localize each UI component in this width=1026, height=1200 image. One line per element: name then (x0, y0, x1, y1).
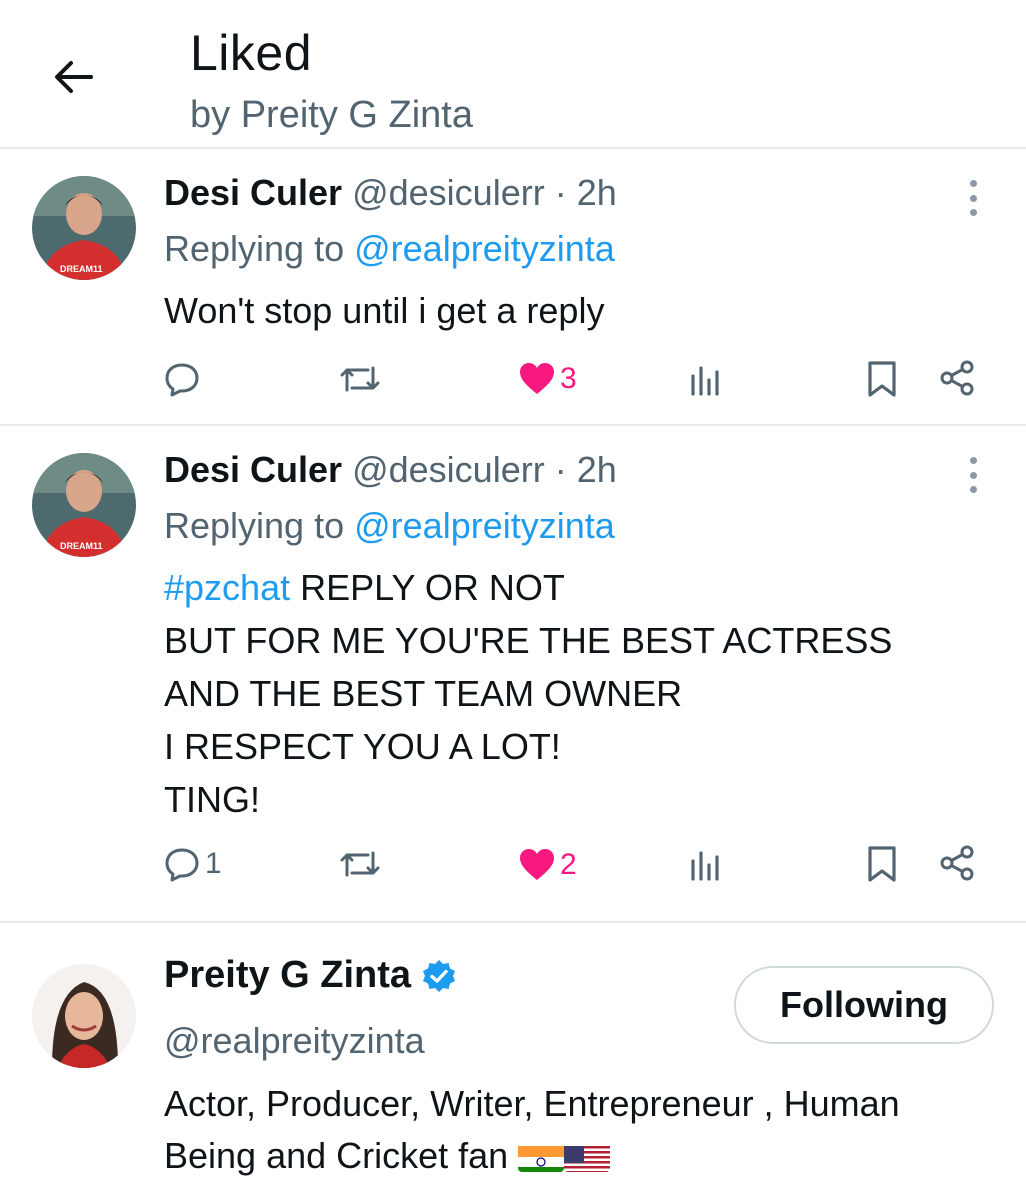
separator: · (554, 449, 567, 490)
more-vertical-icon (969, 180, 977, 187)
share-icon (940, 360, 974, 396)
retweet-icon (340, 851, 380, 877)
replying-prefix: Replying to (164, 228, 345, 269)
bookmark-icon (868, 361, 896, 397)
like-count: 2 (560, 848, 577, 881)
user-handle[interactable]: @desiculerr (352, 172, 545, 213)
user-avatar-image: DREAM11 (32, 176, 136, 280)
retweet-button[interactable] (338, 845, 382, 883)
back-arrow-icon (55, 61, 93, 93)
share-icon (940, 845, 974, 881)
page-subtitle: by Preity G Zinta (190, 94, 473, 136)
heart-icon (520, 363, 554, 394)
tweet-text: #pzchat REPLY OR NOT BUT FOR ME YOU'RE T… (164, 561, 892, 826)
page-title: Liked (190, 25, 313, 81)
usa-flag-icon (564, 1140, 611, 1172)
tweet-line: AND THE BEST TEAM OWNER (164, 673, 683, 714)
india-flag-icon (518, 1140, 565, 1172)
bookmark-icon (868, 846, 896, 882)
replying-prefix: Replying to (164, 505, 345, 546)
hashtag-link[interactable]: #pzchat (164, 567, 290, 608)
tweet-line-text: REPLY OR NOT (300, 567, 565, 608)
top-bar: Liked by Preity G Zinta (0, 0, 1026, 149)
user-name[interactable]: Desi Culer (164, 449, 342, 490)
profile-name[interactable]: Preity G Zinta (164, 954, 411, 997)
more-options-button[interactable] (960, 455, 986, 495)
replying-to: Replying to @realpreityzinta (164, 228, 615, 270)
tweet-time[interactable]: 2h (577, 172, 617, 213)
share-button[interactable] (938, 844, 976, 882)
tweet-line: BUT FOR ME YOU'RE THE BEST ACTRESS (164, 620, 893, 661)
views-button[interactable] (689, 847, 723, 881)
bookmark-button[interactable] (866, 359, 898, 399)
tweet-text: Won't stop until i get a reply (164, 290, 605, 331)
back-button[interactable] (46, 50, 100, 104)
tweet-header: Desi Culer @desiculerr · 2h (164, 172, 617, 214)
reply-icon (165, 848, 199, 882)
replying-to: Replying to @realpreityzinta (164, 505, 615, 547)
more-options-button[interactable] (960, 178, 986, 218)
profile-bio: Actor, Producer, Writer, Entrepreneur , … (164, 1078, 994, 1182)
tweet-line: #pzchat REPLY OR NOT (164, 561, 892, 614)
reply-button[interactable] (163, 360, 205, 398)
following-button[interactable]: Following (734, 966, 994, 1044)
avatar[interactable]: DREAM11 (32, 176, 136, 280)
user-handle[interactable]: @desiculerr (352, 449, 545, 490)
heart-icon (520, 849, 554, 880)
verified-badge-icon (423, 959, 456, 992)
tweet-time[interactable]: 2h (577, 449, 617, 490)
profile-handle[interactable]: @realpreityzinta (164, 1020, 425, 1062)
user-cell[interactable]: Preity G Zinta @realpreityzinta Followin… (0, 924, 1026, 1200)
mention-link[interactable]: @realpreityzinta (354, 505, 615, 546)
user-avatar-image: DREAM11 (32, 453, 136, 557)
avatar[interactable] (32, 964, 136, 1068)
like-button[interactable]: 2 (518, 847, 577, 883)
tweet[interactable]: DREAM11 Desi Culer @desiculerr · 2h Repl… (0, 427, 1026, 923)
like-count: 3 (560, 362, 577, 395)
share-button[interactable] (938, 359, 976, 397)
profile-name-row: Preity G Zinta (164, 954, 457, 997)
retweet-button[interactable] (338, 360, 382, 398)
svg-text:DREAM11: DREAM11 (60, 541, 103, 551)
views-button[interactable] (689, 362, 723, 396)
user-avatar-image (32, 964, 136, 1068)
user-name[interactable]: Desi Culer (164, 172, 342, 213)
views-icon (691, 366, 719, 396)
reply-icon (165, 363, 199, 397)
mention-link[interactable]: @realpreityzinta (354, 228, 615, 269)
tweet[interactable]: DREAM11 Desi Culer @desiculerr · 2h Repl… (0, 150, 1026, 426)
like-button[interactable]: 3 (518, 361, 577, 397)
tweet-line: I RESPECT YOU A LOT! (164, 726, 561, 767)
separator: · (554, 172, 567, 213)
retweet-icon (340, 366, 380, 392)
reply-button[interactable]: 1 (163, 845, 222, 883)
reply-count: 1 (205, 847, 222, 880)
tweet-line: TING! (164, 779, 260, 820)
bookmark-button[interactable] (866, 844, 898, 884)
avatar[interactable]: DREAM11 (32, 453, 136, 557)
svg-text:DREAM11: DREAM11 (60, 264, 103, 274)
more-vertical-icon (969, 457, 977, 464)
tweet-header: Desi Culer @desiculerr · 2h (164, 449, 617, 491)
views-icon (691, 851, 719, 881)
